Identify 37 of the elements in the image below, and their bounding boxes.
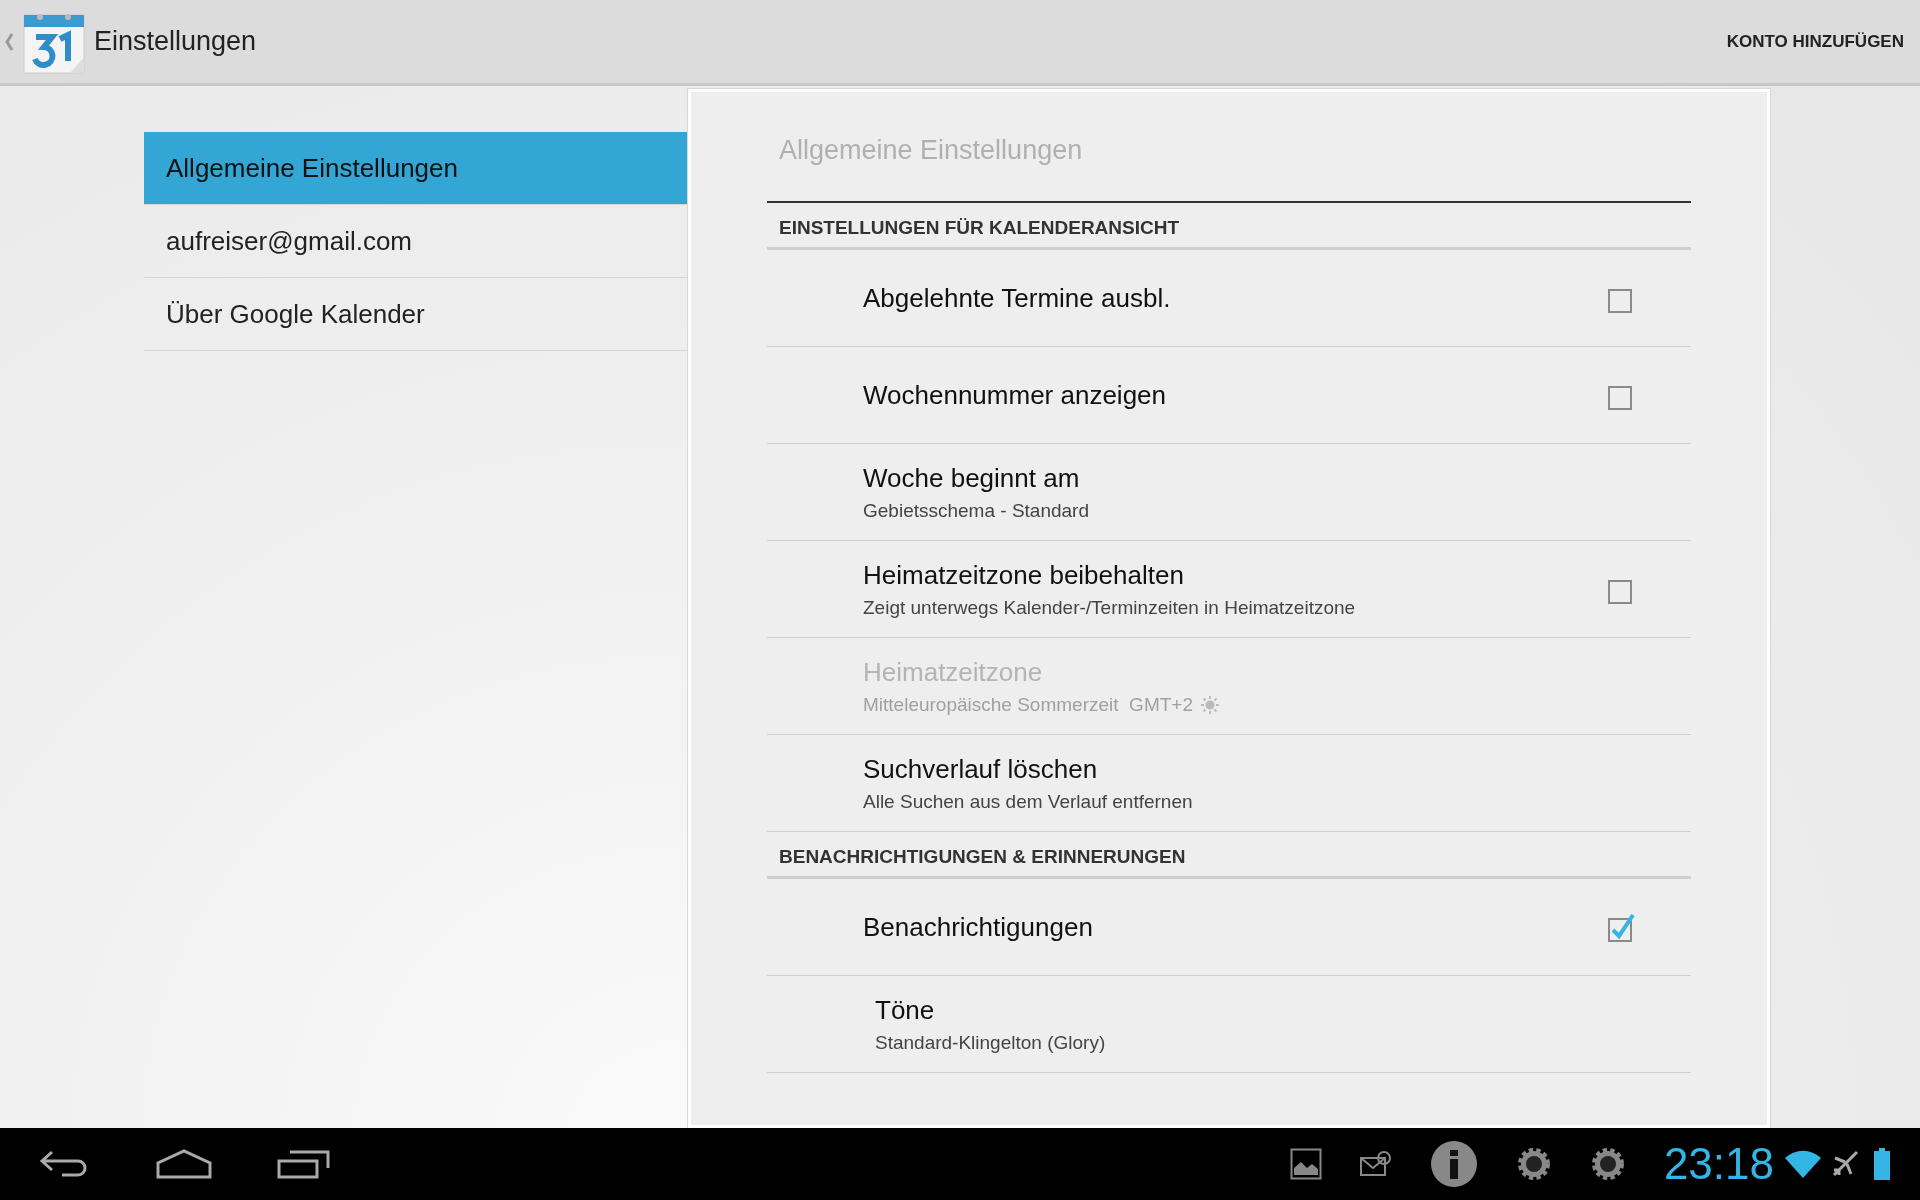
email-icon[interactable] [1359, 1149, 1392, 1179]
section-header: EINSTELLUNGEN FÜR KALENDERANSICHT [767, 203, 1691, 250]
setting-title: Wochennummer anzeigen [863, 379, 1168, 411]
setting-summary: Standard-Klingelton (Glory) [875, 1031, 1106, 1054]
battery-icon [1874, 1148, 1890, 1180]
section-header: BENACHRICHTIGUNGEN & ERINNERUNGEN [767, 832, 1691, 879]
setting-title: Heimatzeitzone [863, 656, 1044, 688]
setting-summary: Gebietsschema - Standard [863, 499, 1089, 522]
setting-row[interactable]: Abgelehnte Termine ausbl. [767, 250, 1691, 347]
panel-title: Allgemeine Einstellungen [767, 92, 1691, 203]
nav-item[interactable]: Allgemeine Einstellungen [144, 132, 688, 205]
setting-row[interactable]: Wochennummer anzeigen [767, 347, 1691, 444]
checkbox[interactable] [1606, 911, 1636, 943]
setting-row[interactable]: Heimatzeitzone beibehalten Zeigt unterwegs Kalender-/Terminzeiten in Heimatzeitzone [767, 541, 1691, 638]
gear-icon[interactable] [1515, 1146, 1552, 1182]
home-button[interactable] [154, 1149, 214, 1179]
setting-row[interactable]: Suchverlauf löschen Alle Suchen aus dem Verlauf entfernen [767, 735, 1691, 832]
gear-icon[interactable] [1589, 1146, 1626, 1182]
setting-title: Heimatzeitzone beibehalten [863, 559, 1185, 591]
clock: 23:18 [1663, 1139, 1774, 1189]
image-icon[interactable] [1289, 1148, 1322, 1180]
setting-row[interactable]: Benachrichtigungen [767, 879, 1691, 976]
setting-summary: Mitteleuropäische Sommerzeit GMT+2 [863, 693, 1193, 716]
setting-title: Töne [875, 994, 936, 1026]
setting-row[interactable]: Töne Standard-Klingelton (Glory) [767, 976, 1691, 1073]
setting-title: Benachrichtigungen [863, 911, 1094, 943]
setting-title: Suchverlauf löschen [863, 753, 1099, 785]
setting-title: Abgelehnte Termine ausbl. [863, 282, 1172, 314]
info-icon[interactable] [1429, 1140, 1478, 1188]
setting-row[interactable]: Woche beginnt am Gebietsschema - Standard [767, 444, 1691, 541]
wifi-icon [1784, 1149, 1822, 1179]
screen-title: Einstellungen [94, 26, 257, 57]
setting-summary: Alle Suchen aus dem Verlauf entfernen [863, 790, 1193, 813]
add-account-button[interactable]: KONTO HINZUFÜGEN [1726, 21, 1904, 62]
setting-title: Woche beginnt am [863, 462, 1081, 494]
setting-summary: Zeigt unterwegs Kalender-/Terminzeiten in Heimatzeitzone [863, 596, 1356, 619]
back-caret-icon [4, 31, 14, 52]
